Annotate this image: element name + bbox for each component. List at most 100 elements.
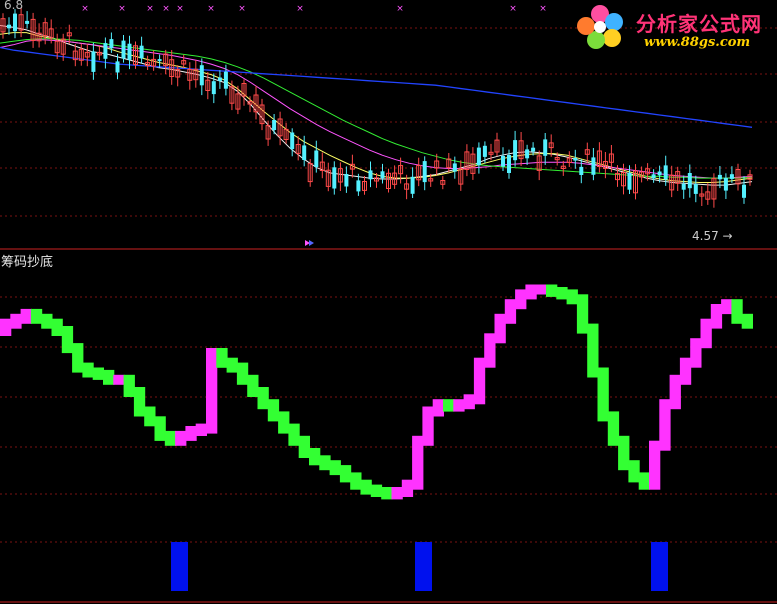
indicator-segment — [247, 374, 259, 397]
indicator-segment — [679, 357, 692, 385]
indicator-segment — [82, 362, 94, 378]
indicator-segment — [350, 472, 362, 490]
x-marker: × — [207, 4, 215, 14]
candle-body — [223, 71, 228, 89]
candle-body — [482, 145, 487, 157]
indicator-segment — [412, 435, 424, 490]
triangle-marker — [309, 240, 314, 246]
x-marker: × — [509, 4, 517, 14]
indicator-segment — [370, 484, 383, 497]
candle-body — [115, 61, 120, 73]
x-marker: × — [539, 4, 547, 14]
candle-body — [723, 177, 728, 191]
indicator-segment — [113, 374, 125, 385]
indicator-segment — [443, 399, 455, 412]
candle-body — [332, 167, 337, 189]
indicator-segment — [298, 435, 310, 458]
indicator-segment — [216, 348, 228, 368]
indicator-segment — [515, 289, 527, 310]
chart-window: { "colors": { "background": "#000000", "… — [0, 0, 777, 604]
chart-canvas: × × × × × × × × × × × — [0, 4, 777, 603]
indicator-segment — [546, 284, 558, 297]
indicator-segment — [195, 423, 207, 436]
candle-body — [302, 145, 307, 160]
flower-logo-icon — [577, 5, 623, 49]
indicator-segment — [587, 323, 599, 378]
indicator-segment — [607, 411, 620, 446]
indicator-segment — [226, 357, 238, 373]
candle-body — [356, 180, 361, 192]
indicator-segment — [597, 367, 609, 422]
candle-body — [211, 81, 216, 95]
indicator-segment — [535, 284, 547, 295]
x-marker: × — [396, 4, 404, 14]
indicator-layer — [0, 284, 753, 500]
candle-body — [314, 150, 319, 167]
indicator-segment — [288, 423, 300, 446]
candle-body — [742, 184, 746, 198]
candle-body — [687, 173, 692, 189]
candle-body — [109, 39, 114, 49]
indicator-segment — [649, 440, 661, 490]
indicator-segment — [123, 374, 135, 397]
candle-body — [531, 147, 536, 152]
indicator-segment — [72, 343, 84, 373]
candle-body — [579, 166, 584, 175]
indicator-segment — [360, 479, 372, 495]
candle-body — [157, 59, 162, 62]
indicator-segment — [504, 299, 517, 324]
indicator-segment — [20, 308, 32, 324]
indicator-segment — [422, 406, 434, 446]
indicator-segment — [257, 387, 269, 410]
indicator-segment — [144, 406, 156, 427]
candle-body — [476, 147, 481, 166]
signal-layer — [171, 542, 668, 591]
indicator-segment — [618, 435, 630, 471]
indicator-segment — [154, 416, 166, 441]
candle-body — [103, 43, 108, 59]
candle-body — [380, 171, 385, 179]
candle-body — [290, 132, 295, 150]
candle-body — [591, 157, 596, 175]
indicator-segment — [576, 294, 589, 334]
indicator-segment — [556, 287, 568, 300]
candle-body — [717, 174, 722, 180]
candle-body — [91, 51, 96, 72]
indicator-segment — [453, 399, 465, 412]
candle-body — [13, 13, 17, 32]
indicator-segment — [319, 455, 331, 471]
indicator-segment — [51, 318, 63, 336]
candle-body — [627, 172, 632, 190]
candle-body — [657, 171, 662, 176]
candle-body — [543, 139, 548, 156]
candle-body — [368, 170, 373, 180]
candlestick-layer — [0, 7, 753, 208]
candle-body — [501, 155, 505, 167]
indicator-segment — [473, 357, 486, 405]
indicator-segment — [236, 362, 249, 385]
indicator-segment — [133, 387, 146, 417]
indicator-segment — [103, 369, 115, 385]
signal-bar-2 — [415, 542, 432, 591]
indicator-segment — [61, 326, 74, 354]
indicator-segment — [432, 399, 444, 417]
ma-line-5 — [0, 46, 753, 128]
indicator-segment — [463, 394, 475, 410]
indicator-segment — [185, 426, 197, 441]
candle-body — [729, 174, 734, 179]
watermark-brand: 分析家公式网 — [636, 12, 762, 36]
x-marker: × — [238, 4, 246, 14]
indicator-segment — [731, 299, 743, 324]
indicator-segment — [92, 367, 104, 380]
indicator-segment — [41, 313, 53, 329]
indicator-segment — [700, 318, 712, 349]
signal-bar-1 — [171, 542, 188, 591]
candle-body — [507, 155, 511, 173]
indicator-segment — [494, 313, 506, 344]
indicator-segment — [669, 374, 681, 410]
indicator-segment — [401, 479, 414, 497]
indicator-segment — [638, 472, 650, 490]
indicator-segment — [710, 304, 723, 329]
x-marker: × — [162, 4, 170, 14]
low-price-value: 4.57 — [692, 229, 719, 243]
